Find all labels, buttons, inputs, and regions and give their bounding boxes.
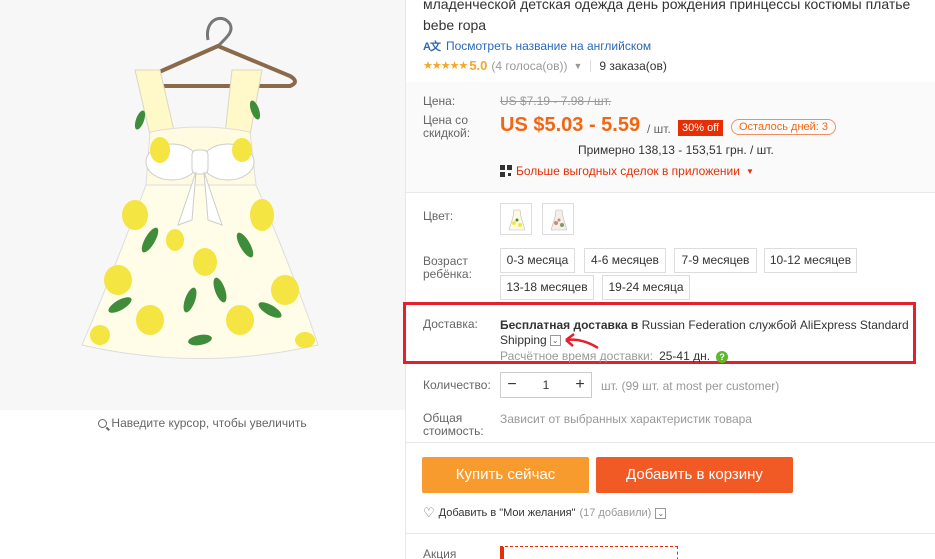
divider (590, 59, 592, 72)
age-option[interactable]: 10-12 месяцев (764, 248, 857, 273)
quantity-input[interactable]: 1 (523, 378, 569, 392)
dress-image (81, 17, 319, 359)
rating-votes[interactable]: (4 голоса(ов)) (491, 59, 567, 73)
caret-down-icon: ▼ (745, 166, 754, 176)
add-to-wishlist[interactable]: ♡ Добавить в "Мои желания" (17 добавили)… (423, 505, 667, 521)
old-price: US $7.19 - 7.98 / шт. (500, 94, 612, 108)
age-option[interactable]: 0-3 месяца (500, 248, 575, 273)
color-swatch-2[interactable] (542, 203, 574, 235)
increase-button[interactable]: + (569, 376, 591, 394)
age-option[interactable]: 4-6 месяцев (584, 248, 666, 273)
add-to-cart-button[interactable]: Добавить в корзину (596, 457, 793, 493)
chevron-down-icon[interactable]: ▼ (573, 61, 582, 71)
buy-now-button[interactable]: Купить сейчас (422, 457, 589, 493)
red-arrow-annotation (565, 333, 599, 350)
translate-title-link[interactable]: A文 Посмотреть название на английском (423, 38, 651, 54)
discount-badge: 30% off (678, 120, 724, 136)
app-deals-link[interactable]: Больше выгодных сделок в приложении ▼ (500, 164, 754, 178)
price-label: Цена: (423, 94, 456, 108)
discount-price-label: Цена со скидкой: (423, 113, 471, 140)
heart-icon: ♡ (423, 505, 435, 520)
qr-code-icon (500, 165, 512, 177)
color-swatch-1[interactable] (500, 203, 532, 235)
quantity-note: шт. (99 шт. at most per customer) (601, 379, 780, 393)
rating-row: ★★★★★ 5.0 (4 голоса(ов)) ▼ 9 заказа(ов) (423, 58, 667, 73)
color-label: Цвет: (423, 209, 454, 223)
days-left-badge: Осталось дней: 3 (731, 119, 837, 135)
shipping-label: Доставка: (423, 317, 478, 331)
product-title: младенческой детская одежда день рождени… (423, 0, 911, 33)
dress-thumbnail (509, 209, 525, 231)
chevron-down-icon[interactable]: ⌄ (655, 507, 667, 519)
age-option[interactable]: 13-18 месяцев (500, 275, 594, 300)
per-unit: / шт. (647, 122, 671, 136)
promo-label: Акция (423, 547, 457, 559)
rating-value: 5.0 (469, 58, 488, 73)
delivery-time: Расчётное время доставки: 25-41 дн.? (500, 349, 729, 363)
divider (406, 533, 935, 534)
total-label: Общая стоимость: (423, 411, 484, 438)
age-option[interactable]: 19-24 месяца (602, 275, 690, 300)
wishlist-count: (17 добавили) (579, 507, 652, 519)
dress-thumbnail (551, 209, 567, 231)
age-label: Возраст ребёнка: (423, 254, 472, 281)
zoom-hint: Наведите курсор, чтобы увеличить (0, 416, 405, 430)
product-image[interactable] (0, 0, 405, 410)
translate-icon: A文 (423, 41, 441, 53)
promo-coupon[interactable] (500, 546, 678, 559)
quantity-stepper[interactable]: − 1 + (500, 372, 592, 398)
decrease-button[interactable]: − (501, 376, 523, 394)
divider (406, 442, 935, 443)
orders-count: 9 заказа(ов) (599, 58, 667, 73)
discount-price: US $5.03 - 5.59 (500, 114, 641, 136)
magnifier-icon (98, 419, 108, 428)
quantity-label: Количество: (423, 378, 491, 392)
help-icon[interactable]: ? (716, 351, 729, 363)
age-option[interactable]: 7-9 месяцев (674, 248, 757, 273)
rating-stars: ★★★★★ (423, 60, 468, 72)
divider (406, 192, 935, 193)
total-note: Зависит от выбранных характеристик товар… (500, 412, 752, 426)
approx-price: Примерно 138,13 - 153,51 грн. / шт. (578, 143, 774, 157)
